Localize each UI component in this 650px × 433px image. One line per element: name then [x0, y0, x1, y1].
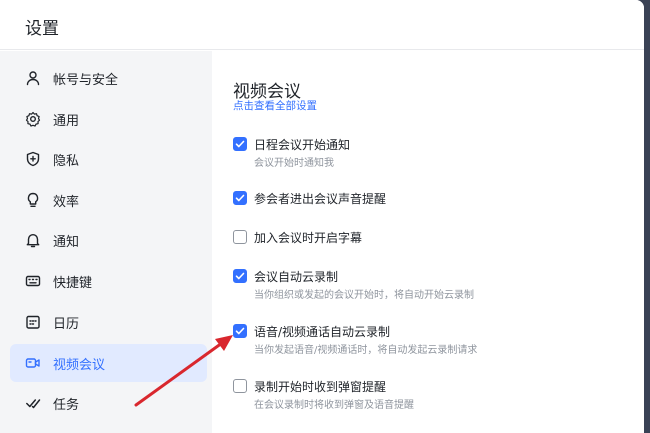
- sidebar-item-privacy[interactable]: 隐私: [10, 140, 207, 178]
- title-bar: 设置: [0, 0, 644, 50]
- shield-icon: [25, 151, 41, 167]
- option-label: 会议自动云录制: [254, 270, 339, 284]
- sidebar-item-label: 效率: [53, 194, 80, 210]
- checkbox[interactable]: [233, 230, 247, 244]
- sidebar-item-label: 帐号与安全: [53, 72, 119, 88]
- task-check-icon: [25, 395, 41, 411]
- window-title: 设置: [25, 19, 59, 39]
- calendar-icon: [25, 314, 41, 330]
- sidebar-item-label: 通用: [53, 113, 80, 129]
- checkbox[interactable]: [233, 324, 247, 338]
- checkbox[interactable]: [233, 137, 247, 151]
- option-label: 录制开始时收到弹窗提醒: [254, 380, 387, 394]
- sidebar-item-general[interactable]: 通用: [10, 100, 207, 138]
- video-camera-icon: [25, 355, 41, 371]
- user-icon: [25, 70, 41, 86]
- sidebar-item-video-meetings[interactable]: 视频会议: [10, 344, 207, 382]
- sidebar-item-label: 任务: [53, 397, 80, 413]
- sidebar-item-label: 日历: [53, 316, 80, 332]
- settings-window: 设置 帐号与安全 通用 隐私 效率 通知 快捷键 日历 视频会议 任务 视频会议…: [0, 0, 644, 433]
- option-description: 当你发起语音/视频通话时，将自动发起云录制请求: [254, 345, 478, 356]
- sidebar-item-tasks[interactable]: 任务: [10, 384, 207, 422]
- option-label: 加入会议时开启字幕: [254, 231, 363, 245]
- sidebar-item-label: 视频会议: [53, 357, 106, 373]
- option-description: 当你组织或发起的会议开始时，将自动开始云录制: [254, 290, 474, 301]
- checkbox[interactable]: [233, 191, 247, 205]
- sidebar-item-efficiency[interactable]: 效率: [10, 181, 207, 219]
- sidebar-item-account-security[interactable]: 帐号与安全: [10, 59, 207, 97]
- bell-icon: [25, 232, 41, 248]
- checkmark-icon: [235, 327, 245, 335]
- option-label: 参会者进出会议声音提醒: [254, 192, 387, 206]
- sidebar: 帐号与安全 通用 隐私 效率 通知 快捷键 日历 视频会议 任务: [0, 51, 212, 433]
- checkmark-icon: [235, 194, 245, 202]
- gear-icon: [25, 111, 41, 127]
- settings-panel: 视频会议 点击查看全部设置 日程会议开始通知 会议开始时通知我 参会者进出会议声…: [212, 51, 644, 433]
- option-description: 在会议录制时将收到弹窗及语音提醒: [254, 400, 414, 411]
- sidebar-item-calendar[interactable]: 日历: [10, 303, 207, 341]
- checkbox[interactable]: [233, 269, 247, 283]
- checkmark-icon: [235, 272, 245, 280]
- option-label: 语音/视频通话自动云录制: [254, 325, 391, 339]
- sidebar-item-label: 隐私: [53, 153, 80, 169]
- view-all-settings-link[interactable]: 点击查看全部设置: [233, 98, 317, 113]
- sidebar-item-label: 通知: [53, 234, 80, 250]
- checkbox[interactable]: [233, 379, 247, 393]
- option-label: 日程会议开始通知: [254, 138, 351, 152]
- sidebar-item-label: 快捷键: [53, 275, 93, 291]
- sidebar-item-notifications[interactable]: 通知: [10, 221, 207, 259]
- checkmark-icon: [235, 140, 245, 148]
- sidebar-item-shortcuts[interactable]: 快捷键: [10, 262, 207, 300]
- option-description: 会议开始时通知我: [254, 158, 334, 169]
- keyboard-icon: [25, 273, 41, 289]
- lightbulb-icon: [25, 192, 41, 208]
